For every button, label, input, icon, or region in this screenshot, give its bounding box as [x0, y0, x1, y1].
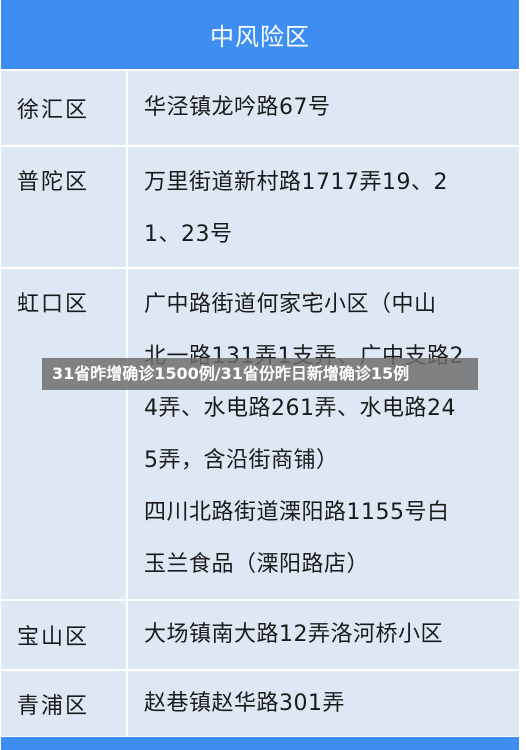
address-cell: 华泾镇龙吟路67号 — [128, 71, 519, 145]
district-cell: 宝山区 — [1, 601, 126, 669]
district-cell: 虹口区 — [1, 269, 126, 599]
address-line: 华泾镇龙吟路67号 — [144, 95, 331, 120]
address-cell: 万里街道新村路1717弄19、2 1、23号 — [128, 147, 519, 267]
address-cell: 赵巷镇赵华路301弄 — [128, 671, 519, 736]
address-line: 四川北路街道溧阳路1155号白 — [144, 500, 450, 525]
address-cell: 大场镇南大路12弄洛河桥小区 — [128, 601, 519, 669]
table-row: 徐汇区 华泾镇龙吟路67号 — [1, 71, 519, 145]
table-row: 宝山区 大场镇南大路12弄洛河桥小区 — [1, 601, 519, 669]
district-cell: 徐汇区 — [1, 71, 126, 145]
table-row: 普陀区 万里街道新村路1717弄19、2 1、23号 — [1, 147, 519, 267]
table-title: 中风险区 — [210, 23, 310, 51]
table-row: 青浦区 赵巷镇赵华路301弄 — [1, 671, 519, 736]
district-name: 青浦区 — [17, 693, 90, 719]
address-line: 玉兰食品（溧阳路店） — [144, 552, 370, 577]
address-line: 万里街道新村路1717弄19、2 — [144, 170, 448, 195]
table-header: 中风险区 — [1, 0, 519, 69]
district-cell: 青浦区 — [1, 671, 126, 736]
district-name: 普陀区 — [17, 170, 90, 195]
caption-overlay: 31省昨增确诊1500例/31省份昨日新增确诊15例 — [42, 358, 478, 390]
address-line: 5弄，含沿街商铺） — [144, 448, 339, 473]
address-line: 大场镇南大路12弄洛河桥小区 — [144, 622, 443, 647]
district-name: 虹口区 — [17, 292, 90, 317]
next-section-header-bar — [1, 737, 519, 750]
caption-text: 31省昨增确诊1500例/31省份昨日新增确诊15例 — [52, 364, 410, 383]
district-name: 宝山区 — [17, 625, 90, 650]
address-line: 1、23号 — [144, 222, 233, 247]
address-line: 4弄、水电路261弄、水电路24 — [144, 396, 456, 421]
address-line: 广中路街道何家宅小区（中山 — [144, 292, 437, 317]
address-cell: 广中路街道何家宅小区（中山 北一路131弄1支弄、广中支路2 4弄、水电路261… — [128, 269, 519, 599]
table-row: 虹口区 广中路街道何家宅小区（中山 北一路131弄1支弄、广中支路2 4弄、水电… — [1, 269, 519, 599]
district-cell: 普陀区 — [1, 147, 126, 267]
district-name: 徐汇区 — [17, 98, 90, 123]
address-line: 赵巷镇赵华路301弄 — [144, 690, 345, 716]
